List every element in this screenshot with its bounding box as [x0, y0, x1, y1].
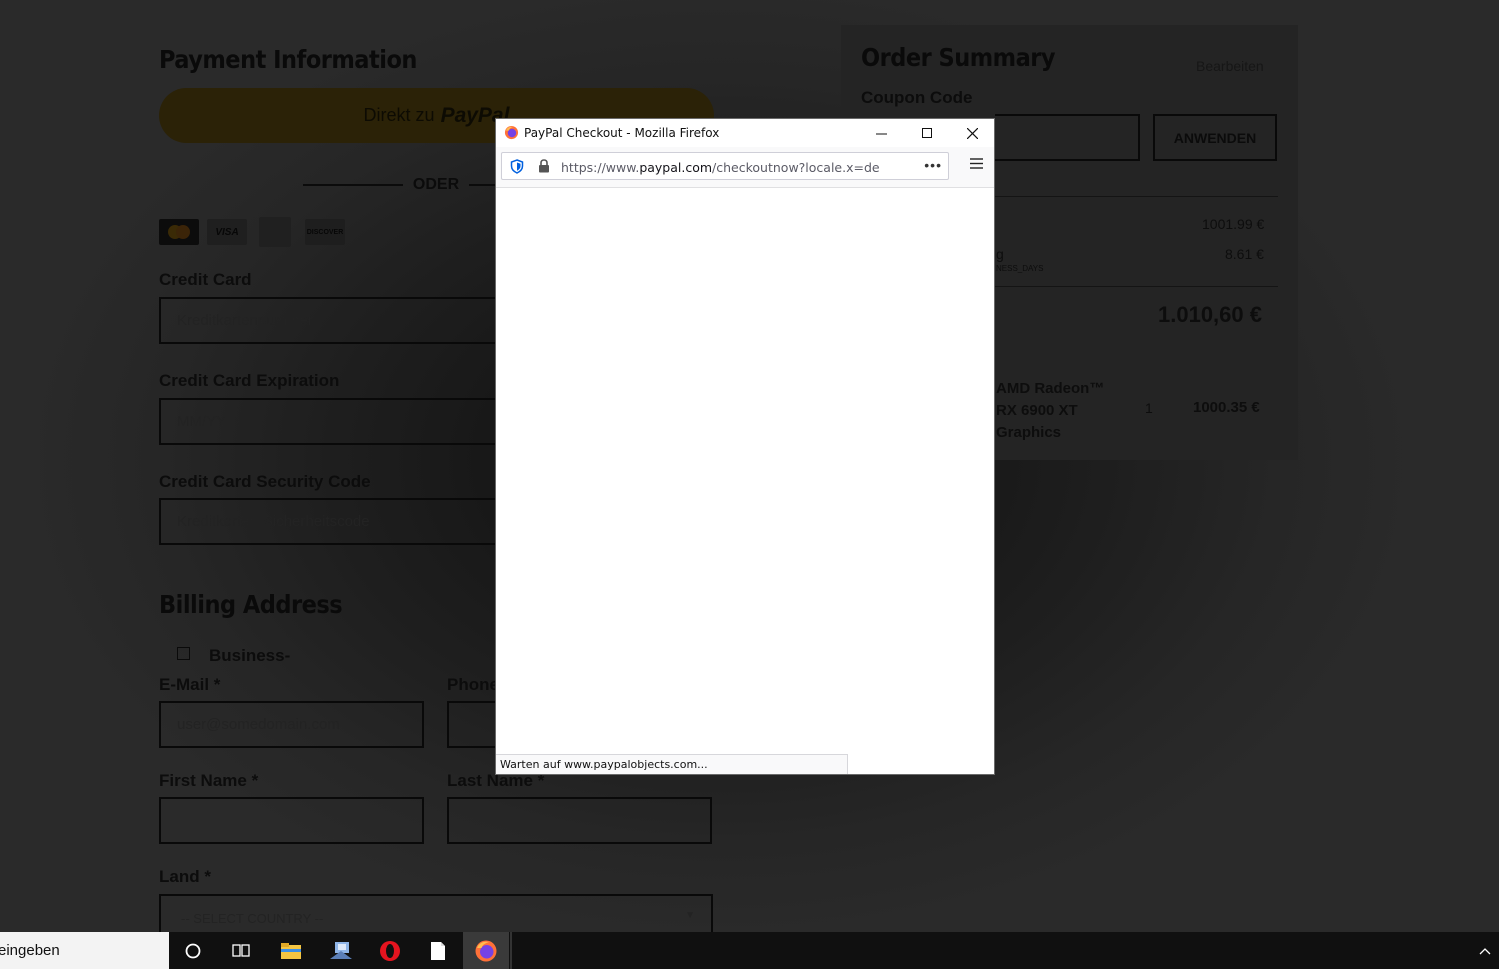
security-code-input[interactable]: Kreditkarten-Sicherheitscode	[159, 498, 499, 545]
payment-title: Payment Information	[159, 45, 417, 74]
country-select[interactable]: -- SELECT COUNTRY -- ▼	[159, 894, 713, 932]
close-icon[interactable]	[949, 119, 995, 147]
shipping-label-fragment: g	[996, 246, 1004, 262]
first-name-label: First Name *	[159, 771, 259, 790]
mastercard-icon	[159, 219, 199, 245]
shipping-value: 8.61 €	[1225, 246, 1264, 262]
last-name-input[interactable]	[447, 797, 712, 844]
item-name: AMD Radeon™ RX 6900 XT Graphics	[996, 380, 1105, 441]
expiration-input[interactable]: MM/YY	[159, 398, 499, 445]
notepad-icon[interactable]	[415, 932, 461, 969]
credit-card-label: Credit Card	[159, 270, 252, 289]
security-code-label: Credit Card Security Code	[159, 472, 371, 491]
shipping-note: NESS_DAYS	[996, 264, 1044, 273]
billing-title: Billing Address	[159, 590, 343, 619]
show-hidden-icons-chevron-icon[interactable]	[1470, 932, 1499, 969]
tracking-shield-icon[interactable]	[510, 159, 524, 179]
paypal-checkout-window[interactable]: PayPal Checkout - Mozilla Firefox https:…	[495, 118, 995, 775]
hamburger-menu-icon[interactable]	[970, 157, 983, 175]
coupon-input[interactable]	[995, 114, 1140, 161]
credit-card-input[interactable]: Kreditkartennummer	[159, 297, 499, 344]
apply-coupon-button[interactable]: ANWENDEN	[1153, 114, 1277, 161]
url-text[interactable]: https://www.paypal.com/checkoutnow?local…	[561, 160, 879, 175]
taskbar-search[interactable]: eingeben	[0, 932, 169, 969]
summary-divider	[995, 196, 1278, 197]
phone-label: Phone	[447, 675, 499, 694]
cortana-icon[interactable]	[170, 932, 216, 969]
opera-icon[interactable]	[367, 932, 413, 969]
loading-status: Warten auf www.paypalobjects.com...	[496, 754, 848, 774]
phone-input[interactable]	[447, 701, 499, 748]
minimize-icon[interactable]	[858, 119, 904, 147]
taskbar-separator	[510, 932, 512, 969]
page-actions-icon[interactable]: •••	[924, 157, 942, 173]
url-bar[interactable]: https://www.paypal.com/checkoutnow?local…	[501, 152, 949, 180]
business-checkbox[interactable]	[177, 647, 190, 660]
first-name-input[interactable]	[159, 797, 424, 844]
window-title: PayPal Checkout - Mozilla Firefox	[524, 126, 720, 140]
order-summary-title: Order Summary	[861, 43, 1056, 72]
firefox-icon	[504, 125, 519, 145]
item-price: 1000.35 €	[1193, 399, 1260, 416]
item-quantity: 1	[1145, 400, 1153, 416]
lock-icon[interactable]	[538, 159, 550, 178]
country-select-value: -- SELECT COUNTRY --	[181, 911, 324, 926]
visa-icon: VISA	[207, 219, 247, 245]
total-value: 1.010,60 €	[1158, 302, 1262, 327]
window-titlebar[interactable]: PayPal Checkout - Mozilla Firefox	[496, 119, 994, 147]
amex-icon	[259, 217, 291, 247]
edit-link[interactable]: Bearbeiten	[1196, 58, 1264, 74]
expiration-label: Credit Card Expiration	[159, 371, 340, 390]
summary-divider-2	[995, 286, 1278, 287]
taskbar-search-text: eingeben	[0, 942, 60, 959]
discover-icon: DISCOVER	[305, 219, 345, 245]
or-divider-label: ODER	[412, 176, 460, 193]
file-explorer-icon[interactable]	[268, 932, 314, 969]
maximize-icon[interactable]	[904, 119, 950, 147]
navigation-bar: https://www.paypal.com/checkoutnow?local…	[496, 147, 994, 188]
windows-taskbar: eingeben	[0, 932, 1499, 969]
chevron-down-icon: ▼	[685, 910, 695, 921]
coupon-label: Coupon Code	[861, 88, 973, 107]
paypal-prefix: Direkt zu	[363, 105, 435, 125]
network-app-icon[interactable]	[318, 932, 364, 969]
subtotal-value: 1001.99 €	[1202, 216, 1265, 232]
task-view-icon[interactable]	[218, 932, 264, 969]
firefox-taskbar-icon[interactable]	[463, 932, 509, 969]
email-label: E-Mail *	[159, 675, 221, 694]
business-label: Business-	[209, 646, 291, 665]
land-label: Land *	[159, 867, 211, 886]
email-input[interactable]: user@somedomain.com	[159, 701, 424, 748]
